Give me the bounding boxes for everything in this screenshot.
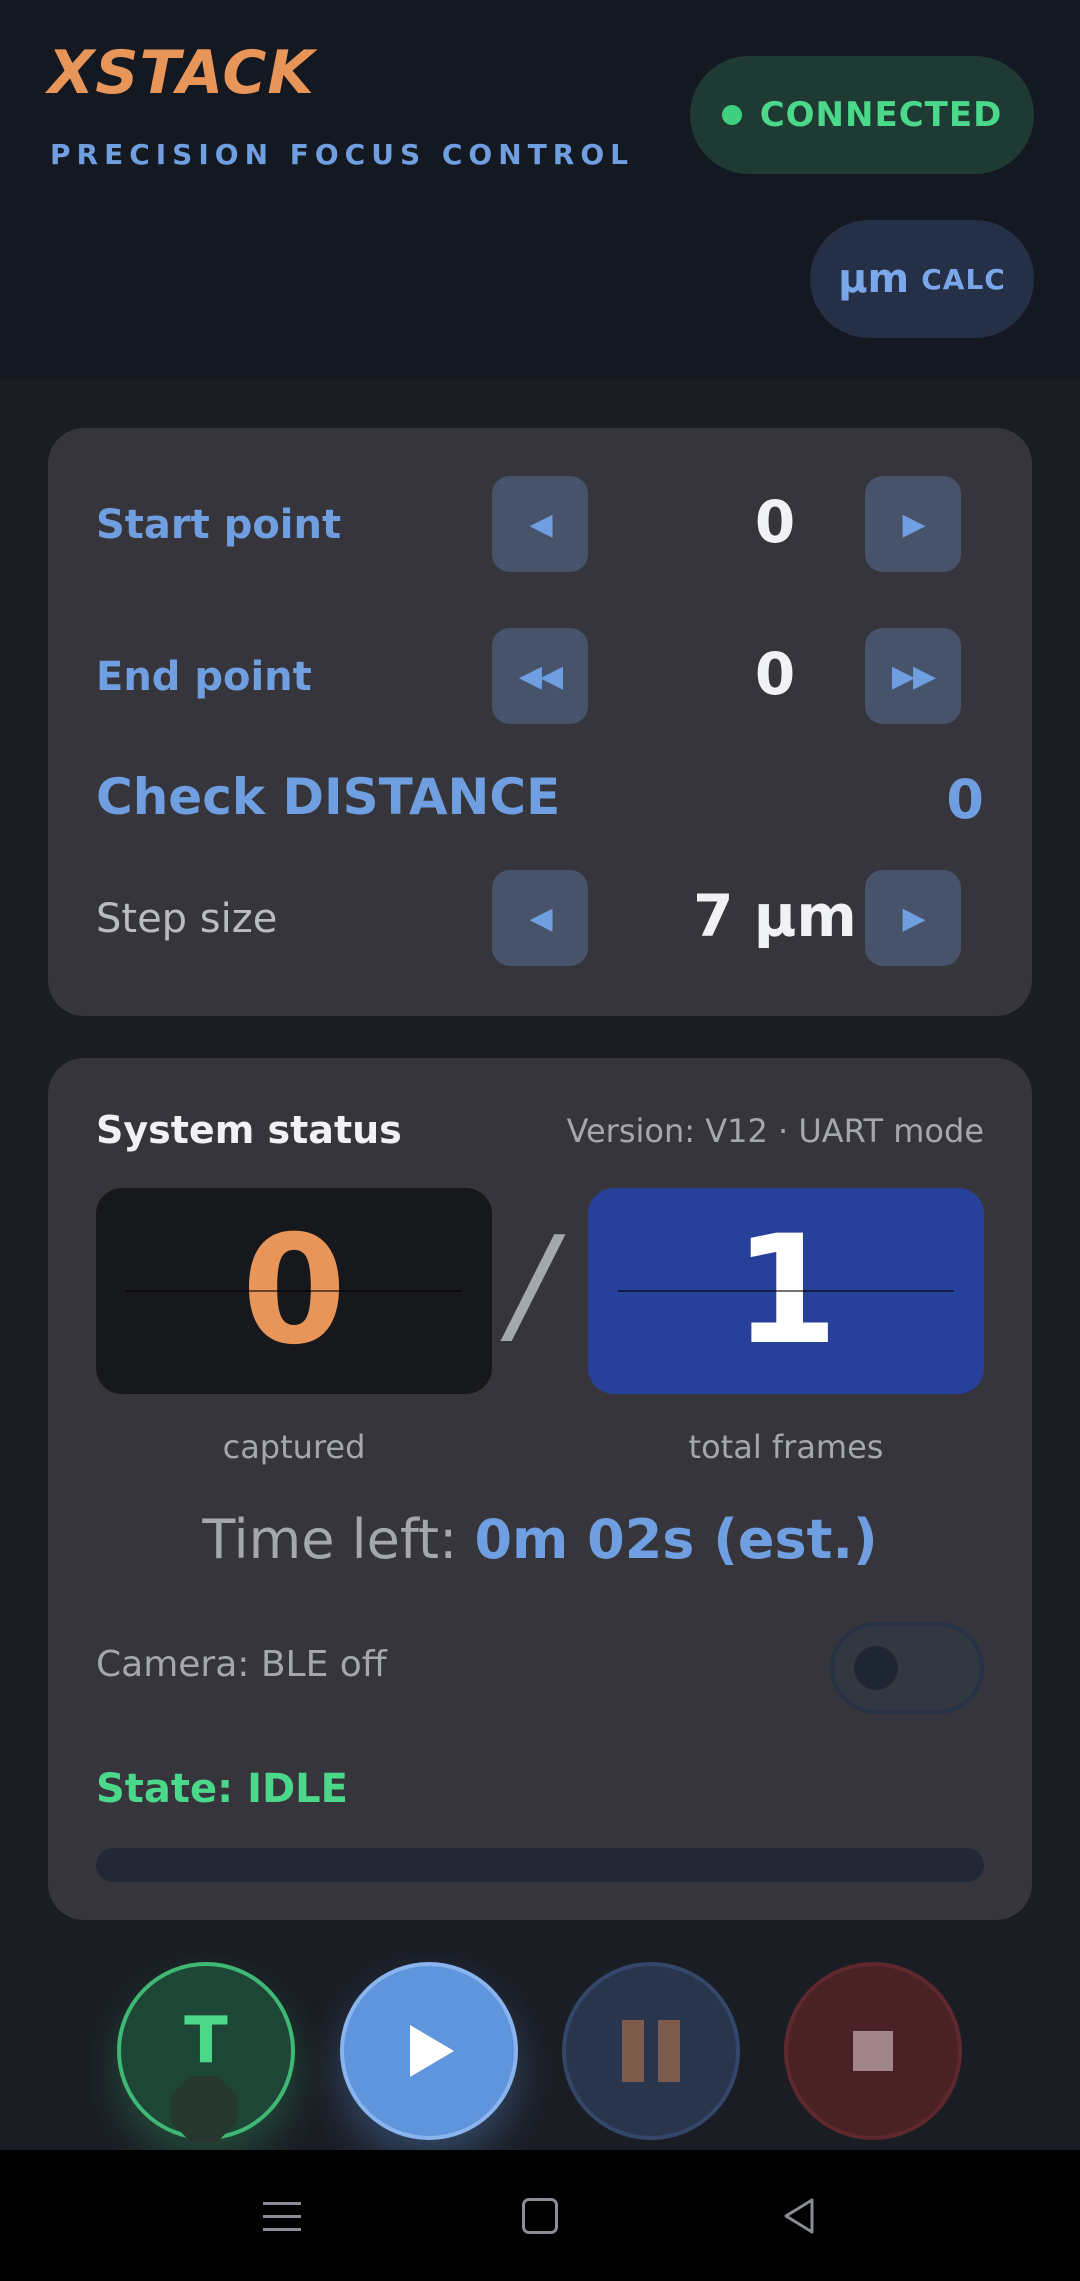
app-subtitle: PRECISION FOCUS CONTROL (50, 138, 634, 171)
home-button[interactable] (510, 2186, 570, 2246)
camera-status: Camera: BLE off (96, 1644, 387, 1685)
double-arrow-right-icon: ▶▶ (891, 658, 936, 694)
time-left-label: Time left: (202, 1508, 458, 1571)
end-point-label: End point (96, 654, 312, 700)
step-size-label: Step size (96, 896, 278, 942)
trigger-label: T (184, 2004, 228, 2078)
time-left: Time left: 0m 02s (est.) (48, 1508, 1032, 1571)
back-button[interactable] (770, 2186, 830, 2246)
octagon-icon (171, 2076, 237, 2142)
version-info: Version: V12 · UART mode (566, 1112, 984, 1150)
connection-status-label: CONNECTED (759, 95, 1003, 135)
end-point-increase-button[interactable]: ▶▶ (865, 628, 961, 724)
flip-divider (618, 1290, 954, 1292)
step-size-increase-button[interactable]: ▶ (865, 870, 961, 966)
trigger-button[interactable]: T (117, 1962, 295, 2142)
status-dot-icon (721, 105, 742, 125)
distance-value: 0 (946, 768, 984, 831)
system-status-title: System status (96, 1108, 402, 1152)
play-icon (410, 2025, 454, 2077)
start-point-label: Start point (96, 502, 342, 548)
system-navigation-bar (0, 2150, 1080, 2281)
back-triangle-icon (784, 2198, 814, 2234)
calc-label: CALC (921, 262, 1006, 296)
progress-bar (96, 1848, 984, 1882)
time-left-value: 0m 02s (est.) (474, 1508, 878, 1571)
focus-range-card: Start point ◀ 0 ▶ End point ◀◀ 0 ▶▶ Chec… (48, 428, 1032, 1016)
end-point-decrease-button[interactable]: ◀◀ (492, 628, 588, 724)
total-frames-counter: 1 (588, 1188, 984, 1394)
start-point-decrease-button[interactable]: ◀ (492, 476, 588, 572)
double-arrow-left-icon: ◀◀ (518, 658, 563, 694)
counter-separator: / (510, 1208, 554, 1360)
state-label: State: IDLE (96, 1766, 348, 1812)
total-frames-label: total frames (688, 1428, 884, 1466)
step-size-decrease-button[interactable]: ◀ (492, 870, 588, 966)
start-point-increase-button[interactable]: ▶ (865, 476, 961, 572)
arrow-right-icon: ▶ (902, 900, 925, 936)
connection-status-button[interactable]: CONNECTED (690, 56, 1034, 174)
system-status-card: System status Version: V12 · UART mode 0… (48, 1058, 1032, 1920)
captured-label: captured (222, 1428, 366, 1466)
play-button[interactable] (340, 1962, 518, 2140)
pause-button[interactable] (562, 1962, 740, 2140)
app-logo: XSTACK (48, 38, 315, 108)
app-header: XSTACK PRECISION FOCUS CONTROL CONNECTED… (0, 0, 1080, 380)
stop-button[interactable] (784, 1962, 962, 2140)
flip-divider (126, 1290, 462, 1292)
um-calc-button[interactable]: µm CALC (810, 220, 1034, 338)
recent-apps-button[interactable] (252, 2186, 312, 2246)
pause-icon (622, 2020, 680, 2082)
arrow-left-icon: ◀ (529, 506, 552, 542)
arrow-right-icon: ▶ (902, 506, 925, 542)
stop-icon (853, 2031, 893, 2071)
check-distance-button[interactable]: Check DISTANCE (96, 768, 560, 826)
arrow-left-icon: ◀ (529, 900, 552, 936)
camera-ble-toggle[interactable] (830, 1622, 984, 1714)
calc-unit-label: µm (838, 256, 910, 302)
toggle-knob (854, 1646, 898, 1690)
captured-counter: 0 (96, 1188, 492, 1394)
